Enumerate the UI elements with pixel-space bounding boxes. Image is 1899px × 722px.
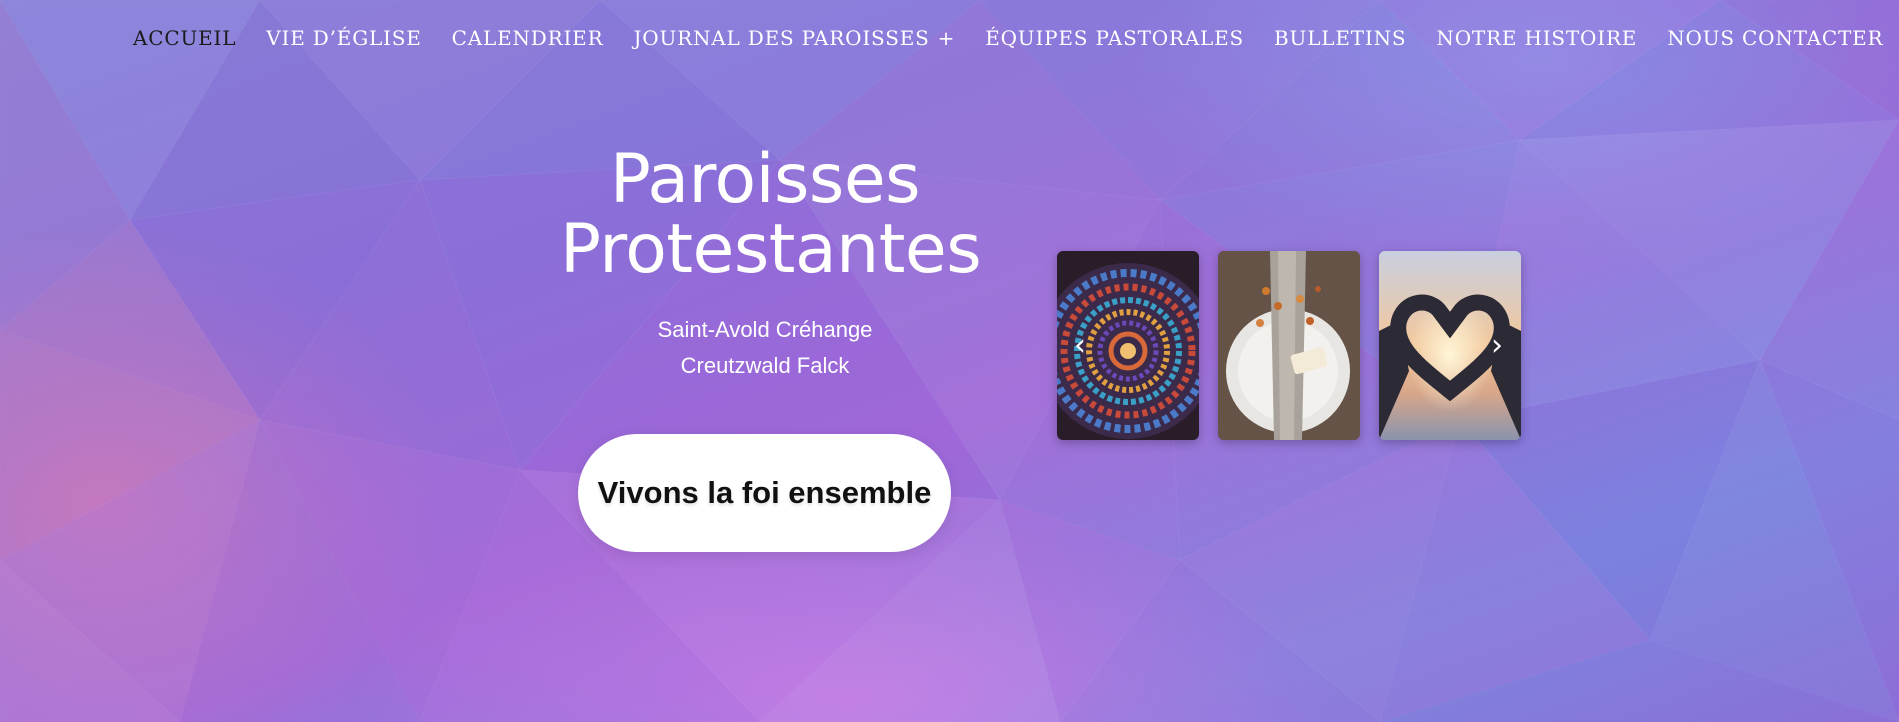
- table-setting-image: [1218, 251, 1360, 440]
- nav-item-journal-label: JOURNAL DES PAROISSES: [633, 26, 930, 50]
- page-title-line1: Paroisses: [609, 140, 921, 219]
- nav-item-calendrier[interactable]: CALENDRIER: [452, 26, 604, 50]
- image-carousel: ‹ ›: [1057, 251, 1521, 441]
- nav-item-vie-eglise[interactable]: VIE D’ÉGLISE: [266, 26, 421, 50]
- page-title: Paroisses Protestantes: [560, 145, 982, 285]
- chevron-right-icon[interactable]: ›: [1484, 331, 1510, 361]
- nav-item-bulletins[interactable]: BULLETINS: [1274, 26, 1406, 50]
- nav-item-accueil[interactable]: ACCUEIL: [133, 26, 236, 50]
- nav-item-journal[interactable]: JOURNAL DES PAROISSES +: [633, 26, 955, 50]
- nav-item-equipes[interactable]: ÉQUIPES PASTORALES: [985, 26, 1244, 50]
- chevron-left-icon[interactable]: ‹: [1067, 331, 1093, 361]
- nav-item-histoire[interactable]: NOTRE HISTOIRE: [1436, 26, 1637, 50]
- main-nav: ACCUEIL VIE D’ÉGLISE CALENDRIER JOURNAL …: [133, 26, 1883, 50]
- subtitle-line2: Creutzwald Falck: [680, 353, 850, 378]
- carousel-slide-table-setting[interactable]: [1218, 251, 1360, 440]
- cta-button[interactable]: Vivons la foi ensemble: [578, 434, 951, 552]
- subtitle-line1: Saint-Avold Créhange: [657, 317, 873, 342]
- plus-icon[interactable]: +: [938, 26, 956, 50]
- nav-item-contact[interactable]: NOUS CONTACTER: [1667, 26, 1883, 50]
- hero-subtitle: Saint-Avold Créhange Creutzwald Falck: [565, 312, 965, 384]
- page-title-line2: Protestantes: [560, 210, 982, 289]
